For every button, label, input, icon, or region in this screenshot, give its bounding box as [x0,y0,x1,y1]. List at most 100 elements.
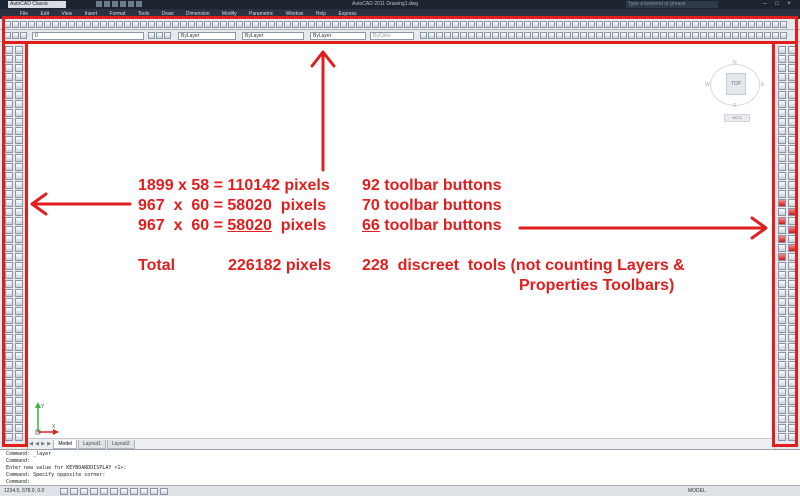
toolbar-tool-button[interactable] [5,325,13,333]
toolbar-tool-button[interactable] [180,21,187,28]
toolbar-tool-button[interactable] [778,361,786,369]
toolbar-tool-button[interactable] [5,415,13,423]
toolbar-tool-button[interactable] [676,21,683,28]
toolbar-tool-button[interactable] [5,163,13,171]
toolbar-tool-button[interactable] [788,91,796,99]
toolbar-tool-button[interactable] [716,21,723,28]
toolbar-tool-button[interactable] [15,109,23,117]
toolbar-tool-button[interactable] [15,352,23,360]
toolbar-tool-button[interactable] [15,199,23,207]
toolbar-tool-button[interactable] [100,488,108,495]
toolbar-tool-button[interactable] [778,253,786,261]
toolbar-tool-button[interactable] [778,73,786,81]
toolbar-tool-button[interactable] [90,488,98,495]
toolbar-tool-button[interactable] [628,32,635,39]
toolbar-tool-button[interactable] [15,55,23,63]
wcs-menu[interactable]: WCS [724,114,750,122]
toolbar-tool-button[interactable] [772,32,779,39]
toolbar-tool-button[interactable] [778,172,786,180]
toolbar-tool-button[interactable] [308,21,315,28]
toolbar-tool-button[interactable] [788,172,796,180]
toolbar-tool-button[interactable] [788,127,796,135]
menu-format[interactable]: Format [110,9,126,19]
toolbar-tool-button[interactable] [4,21,11,28]
toolbar-tool-button[interactable] [778,82,786,90]
maximize-button[interactable]: □ [772,0,782,9]
toolbar-tool-button[interactable] [708,32,715,39]
toolbar-tool-button[interactable] [788,343,796,351]
toolbar-tool-button[interactable] [164,21,171,28]
toolbar-tool-button[interactable] [700,32,707,39]
toolbar-tool-button[interactable] [778,397,786,405]
toolbar-tool-button[interactable] [780,21,787,28]
toolbar-tool-button[interactable] [788,163,796,171]
toolbar-tool-button[interactable] [516,21,523,28]
toolbar-tool-button[interactable] [436,32,443,39]
toolbar-tool-button[interactable] [12,32,19,39]
toolbar-tool-button[interactable] [756,32,763,39]
toolbar-tool-button[interactable] [652,32,659,39]
toolbar-tool-button[interactable] [788,73,796,81]
toolbar-tool-button[interactable] [778,100,786,108]
tab-last-icon[interactable]: ▶ [46,439,52,449]
toolbar-tool-button[interactable] [788,181,796,189]
toolbar-tool-button[interactable] [160,488,168,495]
toolbar-tool-button[interactable] [5,208,13,216]
toolbar-tool-button[interactable] [15,370,23,378]
toolbar-tool-button[interactable] [740,32,747,39]
toolbar-tool-button[interactable] [748,21,755,28]
toolbar-tool-button[interactable] [132,21,139,28]
toolbar-tool-button[interactable] [756,21,763,28]
toolbar-tool-button[interactable] [668,21,675,28]
toolbar-tool-button[interactable] [5,424,13,432]
toolbar-tool-button[interactable] [5,226,13,234]
toolbar-tool-button[interactable] [15,235,23,243]
toolbar-tool-button[interactable] [5,316,13,324]
toolbar-tool-button[interactable] [332,21,339,28]
toolbar-tool-button[interactable] [92,21,99,28]
toolbar-tool-button[interactable] [124,21,131,28]
toolbar-tool-button[interactable] [5,172,13,180]
toolbar-tool-button[interactable] [778,334,786,342]
toolbar-tool-button[interactable] [652,21,659,28]
toolbar-tool-button[interactable] [604,32,611,39]
toolbar-tool-button[interactable] [15,91,23,99]
toolbar-tool-button[interactable] [620,32,627,39]
toolbar-tool-button[interactable] [580,21,587,28]
toolbar-tool-button[interactable] [788,271,796,279]
toolbar-tool-button[interactable] [778,307,786,315]
toolbar-tool-button[interactable] [572,32,579,39]
toolbar-tool-button[interactable] [612,32,619,39]
toolbar-tool-button[interactable] [778,352,786,360]
toolbar-tool-button[interactable] [764,21,771,28]
toolbar-tool-button[interactable] [15,208,23,216]
toolbar-tool-button[interactable] [492,32,499,39]
menu-tools[interactable]: Tools [138,9,150,19]
toolbar-tool-button[interactable] [130,488,138,495]
toolbar-tool-button[interactable] [140,21,147,28]
toolbar-tool-button[interactable] [708,21,715,28]
toolbar-tool-button[interactable] [5,271,13,279]
toolbar-tool-button[interactable] [140,488,148,495]
toolbar-tool-button[interactable] [396,21,403,28]
toolbar-tool-button[interactable] [5,388,13,396]
toolbar-tool-button[interactable] [778,217,786,225]
toolbar-tool-button[interactable] [780,32,787,39]
toolbar-tool-button[interactable] [778,406,786,414]
toolbar-tool-button[interactable] [516,32,523,39]
toolbar-tool-button[interactable] [15,181,23,189]
toolbar-tool-button[interactable] [76,21,83,28]
toolbar-tool-button[interactable] [548,32,555,39]
toolbar-tool-button[interactable] [156,21,163,28]
toolbar-tool-button[interactable] [788,109,796,117]
redo-icon[interactable] [128,1,134,7]
toolbar-tool-button[interactable] [540,32,547,39]
toolbar-tool-button[interactable] [5,379,13,387]
toolbar-tool-button[interactable] [15,325,23,333]
toolbar-tool-button[interactable] [778,46,786,54]
toolbar-tool-button[interactable] [5,217,13,225]
toolbar-tool-button[interactable] [15,100,23,108]
toolbar-tool-button[interactable] [620,21,627,28]
toolbar-tool-button[interactable] [15,64,23,72]
toolbar-tool-button[interactable] [452,21,459,28]
